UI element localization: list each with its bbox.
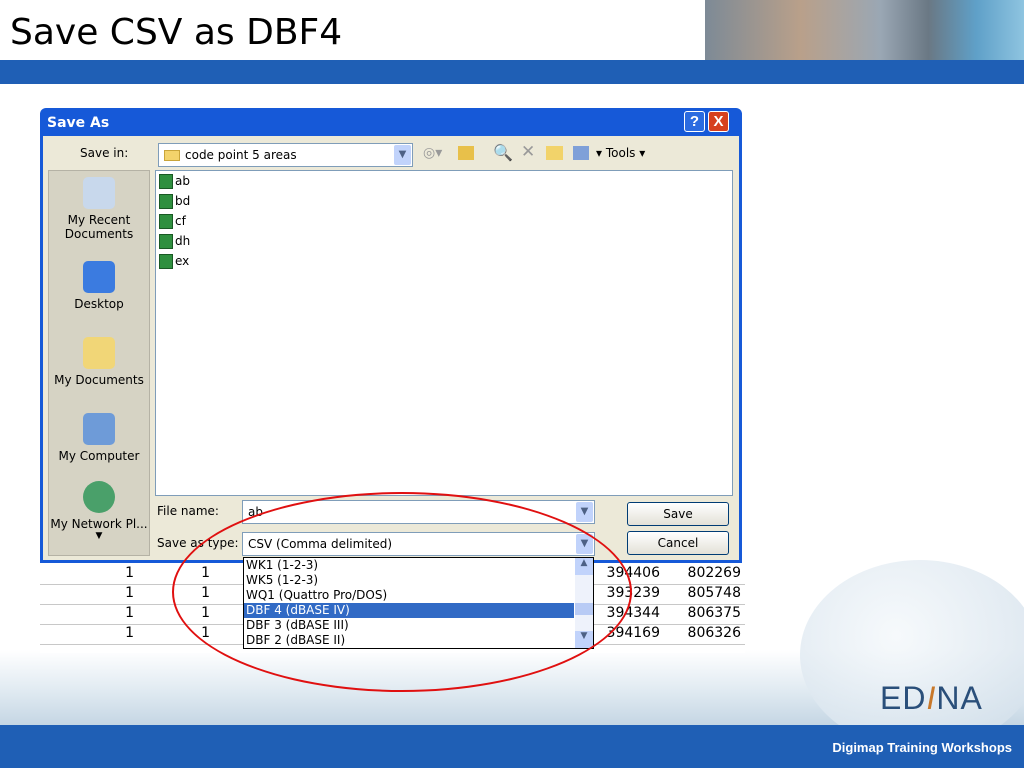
place-label: My Computer (58, 449, 140, 463)
file-name: ab (175, 174, 190, 188)
place-label: My Documents (54, 373, 144, 387)
save-in-combo[interactable]: code point 5 areas ▼ (158, 143, 413, 167)
excel-file-icon (159, 254, 173, 269)
place-my-computer[interactable]: My Computer (49, 413, 149, 463)
place-my-documents[interactable]: My Documents (49, 337, 149, 387)
excel-file-icon (159, 194, 173, 209)
chevron-down-icon[interactable]: ▼ (394, 145, 411, 165)
header-stripe (0, 60, 1024, 84)
banner-image (705, 0, 1024, 60)
up-folder-icon[interactable] (458, 146, 474, 160)
chevron-down-icon[interactable]: ▼ (576, 502, 593, 522)
save-in-label: Save in: (80, 146, 129, 160)
my-documents-icon (83, 337, 115, 369)
cell: 1 (125, 585, 134, 601)
tools-label: Tools (605, 146, 636, 160)
file-name: ex (175, 254, 190, 268)
my-network-icon (83, 481, 115, 513)
excel-file-icon (159, 174, 173, 189)
file-item[interactable]: cf (159, 213, 186, 231)
cell: 806375 (687, 605, 741, 621)
footer-text: Digimap Training Workshops (832, 740, 1012, 755)
excel-file-icon (159, 214, 173, 229)
save-button[interactable]: Save (627, 502, 729, 526)
tools-menu[interactable]: ▾ Tools ▾ (596, 146, 645, 160)
file-list[interactable]: ab bd cf dh ex (155, 170, 733, 496)
places-bar: My Recent Documents Desktop My Documents… (48, 170, 150, 556)
save-in-value: code point 5 areas (185, 148, 297, 162)
search-web-icon[interactable]: 🔍 (493, 143, 513, 162)
new-folder-icon[interactable] (546, 146, 563, 160)
cell: 1 (125, 565, 134, 581)
close-button[interactable]: X (708, 111, 729, 132)
place-desktop[interactable]: Desktop (49, 261, 149, 311)
excel-file-icon (159, 234, 173, 249)
file-item[interactable]: dh (159, 233, 190, 251)
globe-image (800, 560, 1024, 750)
file-name-label: File name: (157, 504, 219, 518)
folder-icon (164, 150, 180, 161)
file-item[interactable]: bd (159, 193, 190, 211)
cell: 802269 (687, 565, 741, 581)
cancel-button[interactable]: Cancel (627, 531, 729, 555)
cell: 1 (125, 605, 134, 621)
my-computer-icon (83, 413, 115, 445)
dialog-title: Save As (47, 115, 110, 131)
desktop-icon (83, 261, 115, 293)
views-icon[interactable] (573, 146, 589, 160)
highlight-ellipse (172, 492, 632, 692)
place-label: My Recent Documents (64, 213, 134, 241)
delete-icon[interactable]: ✕ (521, 142, 535, 162)
place-label: Desktop (74, 297, 124, 311)
place-label: My Network Pl... (50, 517, 148, 531)
place-recent-documents[interactable]: My Recent Documents (49, 177, 149, 241)
file-name: cf (175, 214, 186, 228)
back-icon[interactable]: ◎▾ (423, 145, 442, 161)
place-my-network[interactable]: My Network Pl... ▼ (49, 481, 149, 541)
cell: 1 (125, 625, 134, 641)
slide-title: Save CSV as DBF4 (10, 12, 343, 53)
help-button[interactable]: ? (684, 111, 705, 132)
cell: 806326 (687, 625, 741, 641)
file-item[interactable]: ab (159, 173, 190, 191)
edina-logo: EDINA (880, 680, 983, 716)
footer-bar: Digimap Training Workshops (0, 725, 1024, 768)
scroll-down-icon[interactable]: ▼ (49, 531, 149, 541)
cell: 805748 (687, 585, 741, 601)
file-name: bd (175, 194, 191, 208)
file-item[interactable]: ex (159, 253, 189, 271)
file-name: dh (175, 234, 191, 248)
recent-documents-icon (83, 177, 115, 209)
